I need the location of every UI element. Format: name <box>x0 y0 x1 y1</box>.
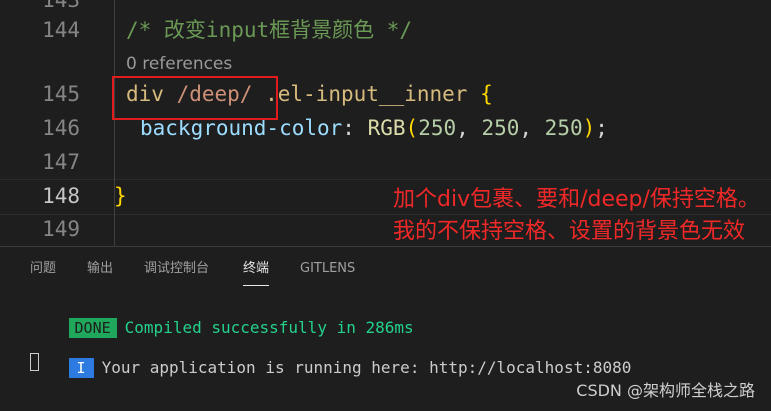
line-number: 144 <box>42 18 80 42</box>
function-name: RGB <box>367 116 406 140</box>
code-line[interactable]: 144 /* 改变input框背景颜色 */ <box>0 13 771 47</box>
open-brace: { <box>480 82 493 106</box>
bottom-panel: 问题 输出 调试控制台 终端 GITLENS DONE Compiled succ… <box>0 246 771 411</box>
terminal-line-info: I Your application is running here: http:… <box>30 332 631 404</box>
selector-class: .el-input__inner <box>265 82 468 106</box>
annotation-text: 加个div包裹、要和/deep/保持空格。我的不保持空格、设置的背景色无效 <box>393 187 760 244</box>
tab-debug-console[interactable]: 调试控制台 <box>144 259 209 279</box>
tab-output[interactable]: 输出 <box>87 259 113 279</box>
codelens-references[interactable]: 0 references <box>126 53 232 75</box>
code-comment: /* 改变input框背景颜色 */ <box>126 18 413 42</box>
tab-terminal[interactable]: 终端 <box>243 259 270 286</box>
line-number: 145 <box>42 82 80 106</box>
code-line[interactable]: 147 <box>0 145 771 179</box>
code-editor[interactable]: 143 144 /* 改变input框背景颜色 */ 0 references … <box>0 0 771 246</box>
line-number: 148 <box>42 184 80 208</box>
tab-problems[interactable]: 问题 <box>30 259 56 279</box>
watermark: CSDN @架构师全栈之路 <box>576 381 755 400</box>
panel-tabs: 问题 输出 调试控制台 终端 GITLENS <box>0 247 771 289</box>
tab-gitlens[interactable]: GITLENS <box>300 259 355 279</box>
highlight-box <box>112 76 278 120</box>
terminal-cursor <box>30 353 39 371</box>
info-badge: I <box>68 358 94 378</box>
running-message: Your application is running here: http:/… <box>101 358 632 377</box>
line-number: 147 <box>42 150 80 174</box>
line-number: 146 <box>42 116 80 140</box>
close-brace: } <box>114 184 127 208</box>
line-number: 149 <box>42 217 80 241</box>
